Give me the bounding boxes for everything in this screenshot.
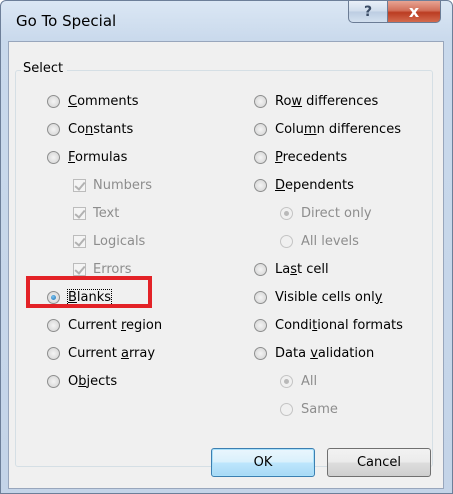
option-constants[interactable]: Constants: [47, 120, 133, 138]
option-label: Numbers: [93, 177, 152, 193]
option-label: All levels: [301, 233, 359, 249]
option-label: Objects: [68, 373, 118, 389]
option-precedents[interactable]: Precedents: [254, 148, 347, 166]
option-label: Direct only: [301, 205, 372, 221]
option-label: Logicals: [93, 233, 146, 249]
option-label: Dependents: [275, 177, 354, 193]
validation-all-radio[interactable]: [280, 374, 293, 388]
option-label: Formulas: [68, 149, 128, 165]
option-direct-only[interactable]: Direct only: [280, 204, 372, 222]
cancel-button[interactable]: Cancel: [327, 448, 431, 477]
logicals-checkbox[interactable]: [73, 234, 86, 248]
option-logicals[interactable]: Logicals: [73, 232, 145, 250]
validation-same-radio[interactable]: [280, 402, 293, 416]
option-validation-all[interactable]: All: [280, 372, 317, 390]
direct-only-radio[interactable]: [280, 206, 293, 220]
option-formulas[interactable]: Formulas: [47, 148, 127, 166]
option-label: Errors: [93, 261, 132, 277]
option-conditional-formats[interactable]: Conditional formats: [254, 316, 403, 334]
option-validation-same[interactable]: Same: [280, 400, 338, 418]
help-button[interactable]: ?: [348, 1, 388, 23]
conditional-formats-radio[interactable]: [254, 318, 267, 332]
highlight-annotation-box: [26, 276, 152, 308]
option-label: Current array: [68, 345, 156, 361]
option-label: Visible cells only: [275, 289, 383, 305]
comments-radio[interactable]: [47, 94, 60, 108]
option-label: Precedents: [275, 149, 348, 165]
help-icon: ?: [363, 3, 373, 20]
close-button[interactable]: x: [387, 1, 441, 23]
dependents-radio[interactable]: [254, 178, 267, 192]
option-label: Constants: [68, 121, 134, 137]
option-label: Comments: [68, 93, 139, 109]
text-checkbox[interactable]: [73, 206, 86, 220]
go-to-special-dialog: Go To Special ? x Select Comments Consta…: [0, 0, 453, 494]
current-region-radio[interactable]: [47, 318, 60, 332]
formulas-radio[interactable]: [47, 150, 60, 164]
last-cell-radio[interactable]: [254, 262, 267, 276]
precedents-radio[interactable]: [254, 150, 267, 164]
constants-radio[interactable]: [47, 122, 60, 136]
all-levels-radio[interactable]: [280, 234, 293, 248]
option-label: Conditional formats: [275, 317, 403, 333]
option-label: All: [301, 373, 318, 389]
errors-checkbox[interactable]: [73, 262, 86, 276]
option-current-region[interactable]: Current region: [47, 316, 162, 334]
option-label: Last cell: [275, 261, 329, 277]
option-label: Data validation: [275, 345, 375, 361]
option-label: Column differences: [275, 121, 401, 137]
column-differences-radio[interactable]: [254, 122, 267, 136]
option-column-differences[interactable]: Column differences: [254, 120, 401, 138]
option-label: Text: [93, 205, 120, 221]
option-label: Current region: [68, 317, 163, 333]
current-array-radio[interactable]: [47, 346, 60, 360]
option-data-validation[interactable]: Data validation: [254, 344, 374, 362]
row-differences-radio[interactable]: [254, 94, 267, 108]
option-label: Same: [301, 401, 338, 417]
title-bar[interactable]: Go To Special ? x: [1, 1, 452, 41]
option-dependents[interactable]: Dependents: [254, 176, 354, 194]
ok-button[interactable]: OK: [211, 448, 315, 477]
numbers-checkbox[interactable]: [73, 178, 86, 192]
option-objects[interactable]: Objects: [47, 372, 117, 390]
option-comments[interactable]: Comments: [47, 92, 138, 110]
option-numbers[interactable]: Numbers: [73, 176, 152, 194]
option-last-cell[interactable]: Last cell: [254, 260, 329, 278]
select-group-label: Select: [21, 61, 68, 76]
option-text[interactable]: Text: [73, 204, 119, 222]
option-label: Row differences: [275, 93, 379, 109]
option-row-differences[interactable]: Row differences: [254, 92, 378, 110]
option-all-levels[interactable]: All levels: [280, 232, 359, 250]
option-current-array[interactable]: Current array: [47, 344, 155, 362]
objects-radio[interactable]: [47, 374, 60, 388]
visible-cells-only-radio[interactable]: [254, 290, 267, 304]
dialog-title: Go To Special: [16, 12, 117, 30]
data-validation-radio[interactable]: [254, 346, 267, 360]
close-icon: x: [408, 2, 420, 21]
option-visible-cells-only[interactable]: Visible cells only: [254, 288, 382, 306]
